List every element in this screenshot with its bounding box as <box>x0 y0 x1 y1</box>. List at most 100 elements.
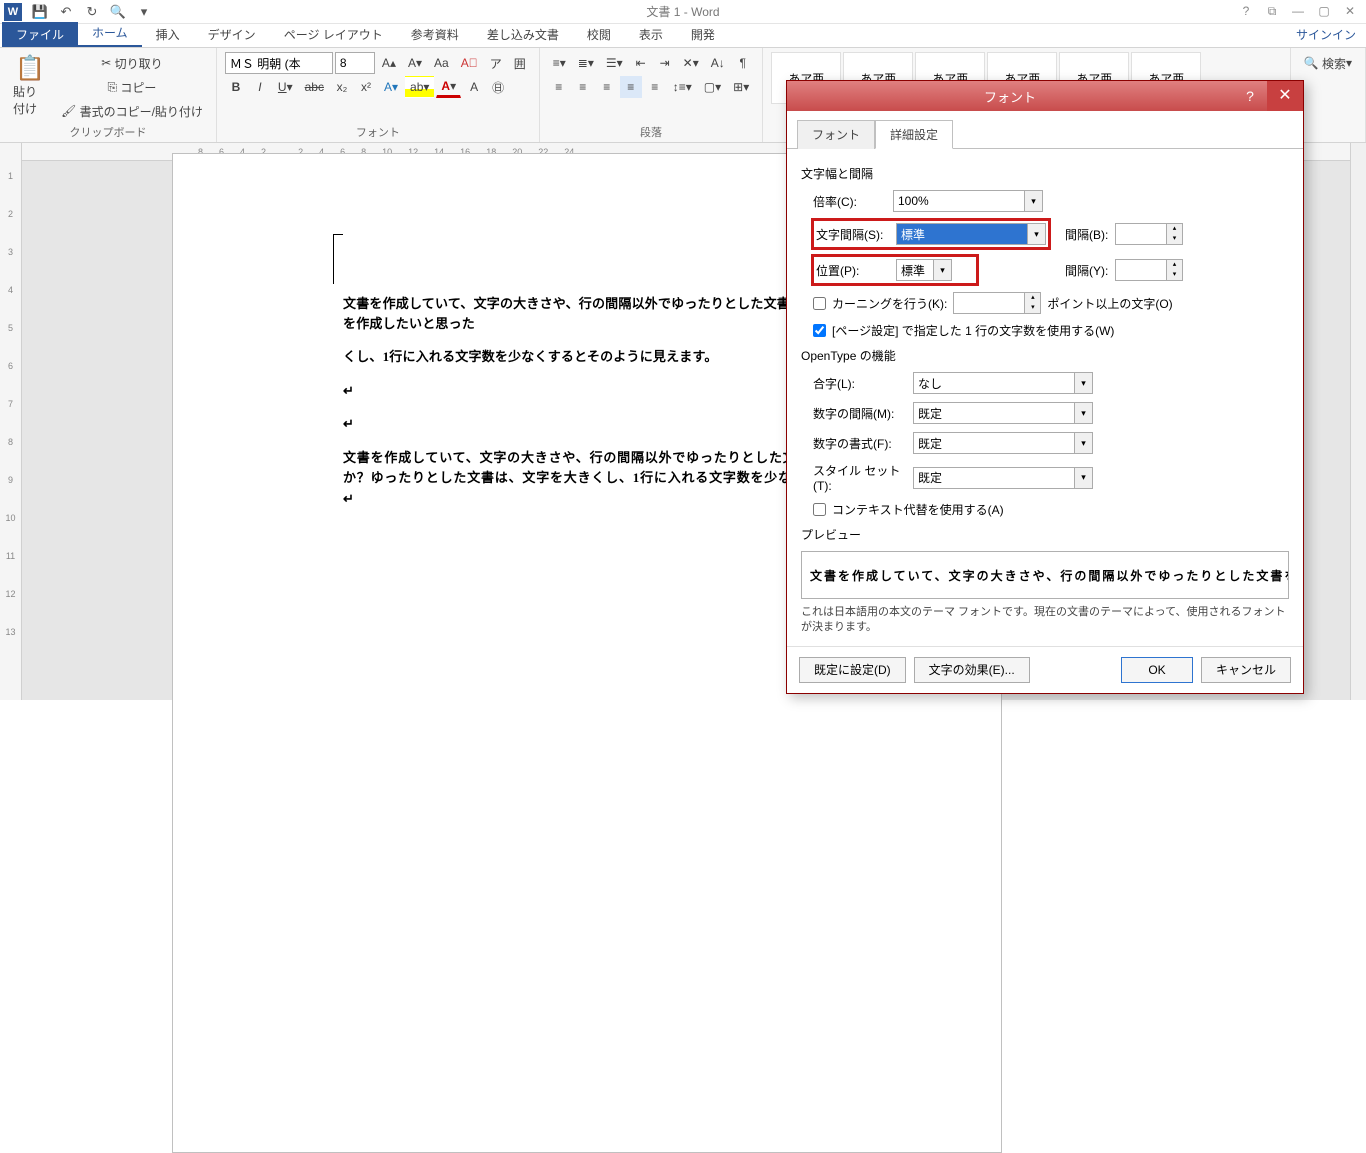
paragraph-text: 文書を作成していて、文字の大きさや、行の間隔以外でゆったりとした文書を作成したい… <box>343 294 803 333</box>
tab-home[interactable]: ホーム <box>78 20 142 47</box>
distributed-button[interactable]: ≡ <box>644 76 666 98</box>
bullets-button[interactable]: ≡▾ <box>548 52 571 74</box>
strikethrough-button[interactable]: abc <box>300 76 329 98</box>
binoculars-icon: 🔍 <box>1304 56 1319 70</box>
shrink-font-button[interactable]: A▾ <box>403 52 427 74</box>
show-hide-button[interactable]: ¶ <box>732 52 754 74</box>
save-icon[interactable]: 💾 <box>28 2 52 22</box>
character-shading-button[interactable]: A <box>463 76 485 98</box>
copy-button[interactable]: ⎘ コピー <box>56 76 208 98</box>
tab-page-layout[interactable]: ページ レイアウト <box>270 22 397 47</box>
numbering-button[interactable]: ≣▾ <box>573 52 599 74</box>
position-select[interactable]: 標準▾ <box>896 259 952 281</box>
change-case-button[interactable]: Aa <box>429 52 454 74</box>
ribbon-display-icon[interactable]: ⧉ <box>1260 4 1284 19</box>
text-effects-button[interactable]: A▾ <box>379 76 403 98</box>
help-icon[interactable]: ? <box>1234 4 1258 19</box>
paste-button[interactable]: 📋 貼り付け <box>8 52 52 118</box>
dialog-tab-font[interactable]: フォント <box>797 120 875 149</box>
superscript-button[interactable]: x² <box>355 76 377 98</box>
multilevel-list-button[interactable]: ☰▾ <box>601 52 628 74</box>
paragraph-mark: ↵ <box>343 414 803 434</box>
subscript-button[interactable]: x₂ <box>331 76 353 98</box>
font-color-button[interactable]: A▾ <box>436 76 461 98</box>
clear-formatting-button[interactable]: A⃠ <box>456 52 483 74</box>
tab-mailings[interactable]: 差し込み文書 <box>473 22 573 47</box>
maximize-icon[interactable]: ▢ <box>1312 4 1336 19</box>
asian-layout-button[interactable]: ✕▾ <box>678 52 704 74</box>
tab-view[interactable]: 表示 <box>625 22 677 47</box>
chevron-down-icon: ▾ <box>1027 224 1045 244</box>
dialog-tabs: フォント 詳細設定 <box>787 111 1303 149</box>
cut-button[interactable]: ✂ 切り取り <box>56 52 208 74</box>
paragraph-mark: ↵ <box>343 381 803 401</box>
dialog-tab-advanced[interactable]: 詳細設定 <box>875 120 953 149</box>
align-center-button[interactable]: ≡ <box>572 76 594 98</box>
decrease-indent-button[interactable]: ⇤ <box>630 52 652 74</box>
dialog-help-icon[interactable]: ? <box>1233 88 1267 104</box>
vertical-scrollbar[interactable] <box>1350 143 1366 700</box>
character-border-button[interactable]: ㊐ <box>487 76 509 98</box>
shading-button[interactable]: ▢▾ <box>699 76 726 98</box>
customize-qat-icon[interactable]: ▾ <box>132 2 156 22</box>
vertical-ruler[interactable]: 12345678910111213 <box>0 143 22 700</box>
num-spacing-select[interactable]: 既定▾ <box>913 402 1093 424</box>
spacing-select[interactable]: 標準▾ <box>896 223 1046 245</box>
bold-button[interactable]: B <box>225 76 247 98</box>
enclose-characters-button[interactable]: 囲 <box>509 52 531 74</box>
kerning-checkbox[interactable] <box>813 297 826 310</box>
chevron-down-icon: ▾ <box>1074 433 1092 453</box>
dialog-close-icon[interactable]: ✕ <box>1267 81 1303 111</box>
tab-review[interactable]: 校閲 <box>573 22 625 47</box>
increase-indent-button[interactable]: ⇥ <box>654 52 676 74</box>
line-spacing-button[interactable]: ↕≡▾ <box>668 76 697 98</box>
align-left-button[interactable]: ≡ <box>548 76 570 98</box>
title-bar: W 💾 ↶ ↻ 🔍 ▾ 文書 1 - Word ? ⧉ — ▢ ✕ <box>0 0 1366 24</box>
num-spacing-label: 数字の間隔(M): <box>813 405 913 422</box>
italic-button[interactable]: I <box>249 76 271 98</box>
num-forms-select[interactable]: 既定▾ <box>913 432 1093 454</box>
font-size-input[interactable]: 8 <box>335 52 375 74</box>
tab-references[interactable]: 参考資料 <box>397 22 473 47</box>
tab-file[interactable]: ファイル <box>2 22 78 47</box>
word-icon: W <box>4 3 22 21</box>
underline-button[interactable]: U▾ <box>273 76 298 98</box>
print-preview-icon[interactable]: 🔍 <box>106 2 130 22</box>
phonetic-guide-button[interactable]: ア <box>485 52 507 74</box>
grow-font-button[interactable]: A▴ <box>377 52 401 74</box>
find-button[interactable]: 🔍 検索▾ <box>1299 52 1357 74</box>
sort-button[interactable]: A↓ <box>706 52 730 74</box>
undo-icon[interactable]: ↶ <box>54 2 78 22</box>
dialog-titlebar[interactable]: フォント ? ✕ <box>787 81 1303 111</box>
tab-insert[interactable]: 挿入 <box>142 22 194 47</box>
styleset-select[interactable]: 既定▾ <box>913 467 1093 489</box>
text-effects-button[interactable]: 文字の効果(E)... <box>914 657 1030 683</box>
dialog-note: これは日本語用の本文のテーマ フォントです。現在の文書のテーマによって、使用され… <box>801 605 1289 636</box>
kerning-points-input[interactable]: ▴▾ <box>953 292 1041 314</box>
format-painter-button[interactable]: 🖌 書式のコピー/貼り付け <box>56 100 208 122</box>
minimize-icon[interactable]: — <box>1286 4 1310 19</box>
redo-icon[interactable]: ↻ <box>80 2 104 22</box>
spacing-label: 文字間隔(S): <box>816 226 896 243</box>
borders-button[interactable]: ⊞▾ <box>728 76 754 98</box>
set-default-button[interactable]: 既定に設定(D) <box>799 657 906 683</box>
cancel-button[interactable]: キャンセル <box>1201 657 1291 683</box>
align-right-button[interactable]: ≡ <box>596 76 618 98</box>
spacing-by-input[interactable]: ▴▾ <box>1115 223 1183 245</box>
close-window-icon[interactable]: ✕ <box>1338 4 1362 19</box>
sign-in-link[interactable]: サインイン <box>1286 22 1366 47</box>
ligatures-label: 合字(L): <box>813 375 913 392</box>
tab-developer[interactable]: 開発 <box>677 22 729 47</box>
font-name-input[interactable]: ＭＳ 明朝 (本 <box>225 52 333 74</box>
highlight-button[interactable]: ab▾ <box>405 76 434 98</box>
ligatures-select[interactable]: なし▾ <box>913 372 1093 394</box>
justify-button[interactable]: ≡ <box>620 76 642 98</box>
scale-select[interactable]: 100%▾ <box>893 190 1043 212</box>
position-by-input[interactable]: ▴▾ <box>1115 259 1183 281</box>
ok-button[interactable]: OK <box>1121 657 1193 683</box>
section-preview-label: プレビュー <box>801 526 1289 543</box>
tab-design[interactable]: デザイン <box>194 22 270 47</box>
contextual-alt-checkbox[interactable] <box>813 503 826 516</box>
section-opentype-label: OpenType の機能 <box>801 347 1289 364</box>
grid-checkbox[interactable] <box>813 324 826 337</box>
